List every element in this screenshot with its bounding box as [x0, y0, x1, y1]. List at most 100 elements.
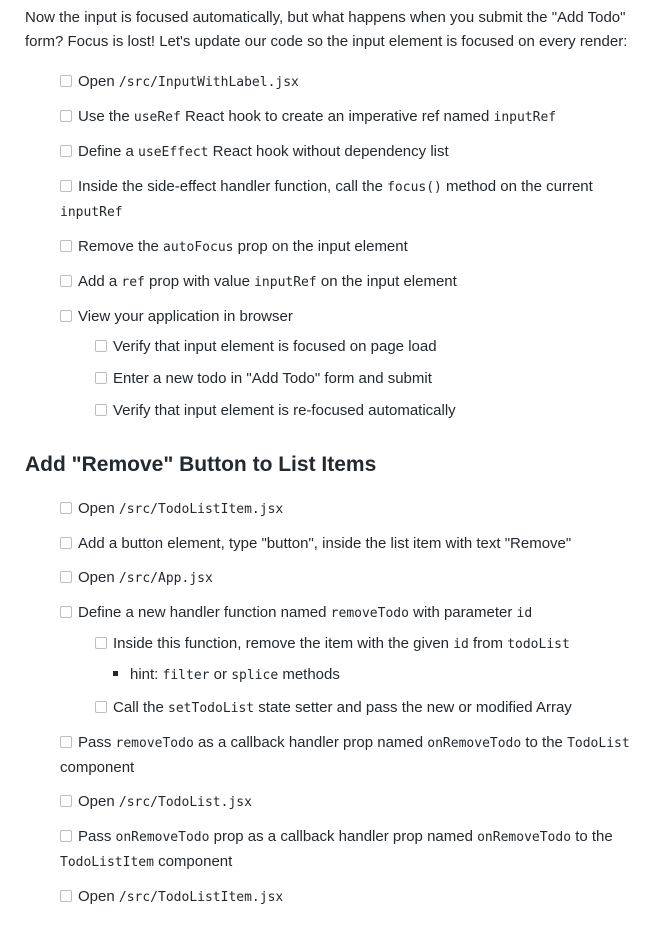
task-text: Open — [78, 569, 119, 586]
task-text: Use the — [78, 108, 134, 125]
task-list-focus: Open /src/InputWithLabel.jsx Use the use… — [25, 70, 630, 423]
section-heading: Add "Remove" Button to List Items — [25, 453, 377, 476]
task-checkbox[interactable] — [60, 571, 72, 583]
task-checkbox[interactable] — [60, 310, 72, 322]
task-checkbox[interactable] — [60, 830, 72, 842]
subtask-item: Enter a new todo in "Add Todo" form and … — [95, 367, 630, 391]
task-text: Enter a new todo in "Add Todo" form and … — [113, 370, 432, 387]
task-item: Open /src/TodoList.jsx — [60, 790, 630, 815]
task-text: component — [153, 853, 233, 870]
task-item: Remove the autoFocus prop on the input e… — [60, 235, 630, 260]
hint-item: hint: filter or splice methods — [113, 663, 630, 688]
inline-code: useRef — [133, 110, 181, 125]
hint-text: or — [209, 666, 232, 683]
task-text: with parameter — [408, 604, 517, 621]
task-checkbox[interactable] — [95, 372, 107, 384]
task-checkbox[interactable] — [95, 637, 107, 649]
task-checkbox[interactable] — [95, 340, 107, 352]
task-checkbox[interactable] — [60, 180, 72, 192]
task-text: Add a — [78, 273, 122, 290]
task-text: to the — [571, 828, 613, 845]
hint-text: hint: — [130, 666, 163, 683]
inline-code: onRemoveTodo — [477, 830, 572, 845]
task-text: Open — [78, 73, 119, 90]
task-checkbox[interactable] — [60, 606, 72, 618]
inline-code: todoList — [507, 637, 570, 652]
task-text: component — [60, 759, 135, 776]
inline-code: /src/App.jsx — [118, 571, 213, 586]
inline-code: autoFocus — [163, 240, 234, 255]
task-checkbox[interactable] — [60, 795, 72, 807]
subtask-list: Inside this function, remove the item wi… — [60, 632, 630, 721]
task-text: Verify that input element is re-focused … — [113, 402, 456, 419]
task-text: from — [468, 635, 508, 652]
task-item: Add a ref prop with value inputRef on th… — [60, 270, 630, 295]
task-text: Open — [78, 793, 119, 810]
task-text: as a callback handler prop named — [193, 734, 428, 751]
task-checkbox[interactable] — [60, 890, 72, 902]
task-item: Open /src/TodoListItem.jsx — [60, 885, 630, 910]
inline-code: useEffect — [138, 145, 209, 160]
task-text: Pass — [78, 828, 116, 845]
task-checkbox[interactable] — [95, 701, 107, 713]
task-item: Open /src/App.jsx — [60, 566, 630, 591]
task-text: prop as a callback handler prop named — [209, 828, 478, 845]
inline-code: /src/TodoListItem.jsx — [118, 502, 284, 517]
inline-code: filter — [162, 668, 210, 683]
task-checkbox[interactable] — [60, 736, 72, 748]
task-item: Pass removeTodo as a callback handler pr… — [60, 731, 630, 780]
task-item: Add a button element, type "button", ins… — [60, 532, 630, 556]
task-checkbox[interactable] — [60, 110, 72, 122]
task-text: Define a — [78, 143, 139, 160]
task-text: Remove the — [78, 238, 164, 255]
task-text: React hook without dependency list — [208, 143, 449, 160]
hint-text: methods — [278, 666, 340, 683]
task-text: method on the current — [441, 178, 593, 195]
intro-paragraph: Now the input is focused automatically, … — [25, 9, 628, 50]
inline-code: /src/InputWithLabel.jsx — [118, 75, 299, 90]
task-item: Open /src/TodoListItem.jsx — [60, 497, 630, 522]
task-item: View your application in browser Verify … — [60, 305, 630, 423]
document: Now the input is focused automatically, … — [0, 0, 655, 910]
inline-code: focus() — [387, 180, 442, 195]
task-checkbox[interactable] — [60, 537, 72, 549]
inline-code: ref — [121, 275, 145, 290]
subtask-list: Verify that input element is focused on … — [60, 335, 630, 423]
task-text: prop with value — [144, 273, 255, 290]
inline-code: removeTodo — [115, 736, 194, 751]
task-checkbox[interactable] — [60, 145, 72, 157]
task-text: View your application in browser — [78, 308, 293, 325]
task-text: Inside the side-effect handler function,… — [78, 178, 388, 195]
task-checkbox[interactable] — [60, 275, 72, 287]
task-text: Call the — [113, 699, 169, 716]
task-checkbox[interactable] — [60, 75, 72, 87]
task-text: prop on the input element — [233, 238, 408, 255]
inline-code: id — [516, 606, 533, 621]
task-text: to the — [521, 734, 568, 751]
subtask-item: Verify that input element is focused on … — [95, 335, 630, 359]
task-text: React hook to create an imperative ref n… — [180, 108, 494, 125]
task-checkbox[interactable] — [60, 240, 72, 252]
task-text: Inside this function, remove the item wi… — [113, 635, 454, 652]
task-list-remove: Open /src/TodoListItem.jsx Add a button … — [25, 497, 630, 910]
inline-code: inputRef — [493, 110, 557, 125]
subtask-item: Inside this function, remove the item wi… — [95, 632, 630, 688]
inline-code: inputRef — [254, 275, 317, 290]
task-checkbox[interactable] — [95, 404, 107, 416]
inline-code: TodoList — [567, 736, 630, 751]
bullet-icon — [113, 671, 118, 676]
task-item: Inside the side-effect handler function,… — [60, 175, 630, 225]
task-text: on the input element — [316, 273, 457, 290]
task-text: Verify that input element is focused on … — [113, 338, 437, 355]
inline-code: splice — [231, 668, 279, 683]
task-item: Use the useRef React hook to create an i… — [60, 105, 630, 130]
task-item: Pass onRemoveTodo prop as a callback han… — [60, 825, 630, 875]
task-item: Define a useEffect React hook without de… — [60, 140, 630, 165]
inline-code: id — [453, 637, 469, 652]
task-text: Open — [78, 888, 119, 905]
inline-code: inputRef — [60, 205, 123, 220]
task-checkbox[interactable] — [60, 502, 72, 514]
inline-code: setTodoList — [168, 701, 255, 716]
task-text: Define a new handler function named — [78, 604, 331, 621]
inline-code: TodoListItem — [60, 855, 154, 870]
